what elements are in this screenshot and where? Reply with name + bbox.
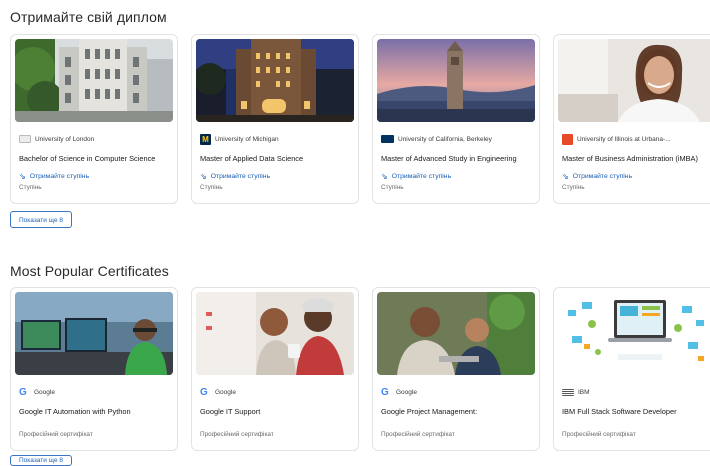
certificates-section-title: Most Popular Certificates	[10, 263, 169, 279]
ibm-logo	[562, 388, 574, 396]
degree-icon: ⇘	[19, 172, 26, 181]
card-title[interactable]: Google IT Support	[200, 407, 355, 416]
michigan-logo: M	[200, 133, 211, 145]
card-type: Ступінь	[562, 184, 585, 191]
card-title[interactable]: Master of Applied Data Science	[200, 154, 355, 163]
degrees-section-title: Отримайте свій диплом	[10, 9, 167, 25]
partner-row: University of London	[19, 133, 94, 145]
card-type: Ступінь	[200, 184, 223, 191]
berkeley-logo	[381, 135, 394, 143]
card-type: Професійний сертифікат	[381, 431, 455, 438]
partner-row: IBM	[562, 386, 590, 398]
card-title[interactable]: Master of Business Administration (iMBA)	[562, 154, 710, 163]
earn-degree-label: ⇘ Отримайте ступінь	[19, 172, 90, 181]
partner-row: G Google	[19, 386, 55, 398]
certificate-card[interactable]: IBM IBM Full Stack Software Developer Пр…	[553, 287, 710, 451]
degree-card[interactable]: M University of Michigan Master of Appli…	[191, 34, 359, 204]
partner-row: M University of Michigan	[200, 133, 279, 145]
partner-name: University of Michigan	[215, 135, 279, 143]
card-image	[377, 292, 535, 375]
earn-degree-label: ⇘ Отримайте ступінь	[200, 172, 271, 181]
card-image	[558, 39, 710, 122]
earn-degree-label: ⇘ Отримайте ступінь	[381, 172, 452, 181]
degree-icon: ⇘	[562, 172, 569, 181]
partner-name: University of London	[35, 135, 95, 143]
card-title[interactable]: Google IT Automation with Python	[19, 407, 174, 416]
card-image	[15, 39, 173, 122]
degree-card[interactable]: University of Illinois at Urbana-... Mas…	[553, 34, 710, 204]
show-more-degrees-button[interactable]: Показати ще 8	[10, 211, 72, 228]
card-image	[196, 39, 354, 122]
card-type: Професійний сертифікат	[200, 431, 274, 438]
card-image	[558, 292, 710, 375]
card-type: Ступінь	[381, 184, 404, 191]
degree-icon: ⇘	[200, 172, 207, 181]
certificate-card[interactable]: G Google Google IT Support Професійний с…	[191, 287, 359, 451]
card-image	[196, 292, 354, 375]
partner-row: G Google	[381, 386, 417, 398]
illinois-logo	[562, 133, 573, 145]
university-of-london-logo	[19, 135, 31, 143]
card-type: Професійний сертифікат	[19, 431, 93, 438]
partner-row: University of California, Berkeley	[381, 133, 492, 145]
certificate-card[interactable]: G Google Google Project Management: Проф…	[372, 287, 540, 451]
partner-row: University of Illinois at Urbana-...	[562, 133, 671, 145]
card-title[interactable]: Master of Advanced Study in Engineering	[381, 154, 536, 163]
card-title[interactable]: IBM Full Stack Software Developer	[562, 407, 710, 416]
certificate-card[interactable]: G Google Google IT Automation with Pytho…	[10, 287, 178, 451]
card-image	[15, 292, 173, 375]
degree-card[interactable]: University of California, Berkeley Maste…	[372, 34, 540, 204]
card-title[interactable]: Bachelor of Science in Computer Science	[19, 154, 174, 163]
partner-name: Google	[396, 388, 417, 396]
partner-name: Google	[215, 388, 236, 396]
partner-name: Google	[34, 388, 55, 396]
google-logo: G	[381, 386, 389, 398]
partner-name: IBM	[578, 388, 590, 396]
degree-card[interactable]: University of London Bachelor of Science…	[10, 34, 178, 204]
degree-icon: ⇘	[381, 172, 388, 181]
card-type: Професійний сертифікат	[562, 431, 636, 438]
card-title[interactable]: Google Project Management:	[381, 407, 536, 416]
partner-name: University of California, Berkeley	[398, 135, 492, 143]
google-logo: G	[19, 386, 27, 398]
card-type: Ступінь	[19, 184, 42, 191]
show-more-certificates-button[interactable]: Показати ще 8	[10, 455, 72, 466]
card-image	[377, 39, 535, 122]
earn-degree-label: ⇘ Отримайте ступінь	[562, 172, 633, 181]
partner-row: G Google	[200, 386, 236, 398]
google-logo: G	[200, 386, 208, 398]
partner-name: University of Illinois at Urbana-...	[577, 135, 671, 143]
